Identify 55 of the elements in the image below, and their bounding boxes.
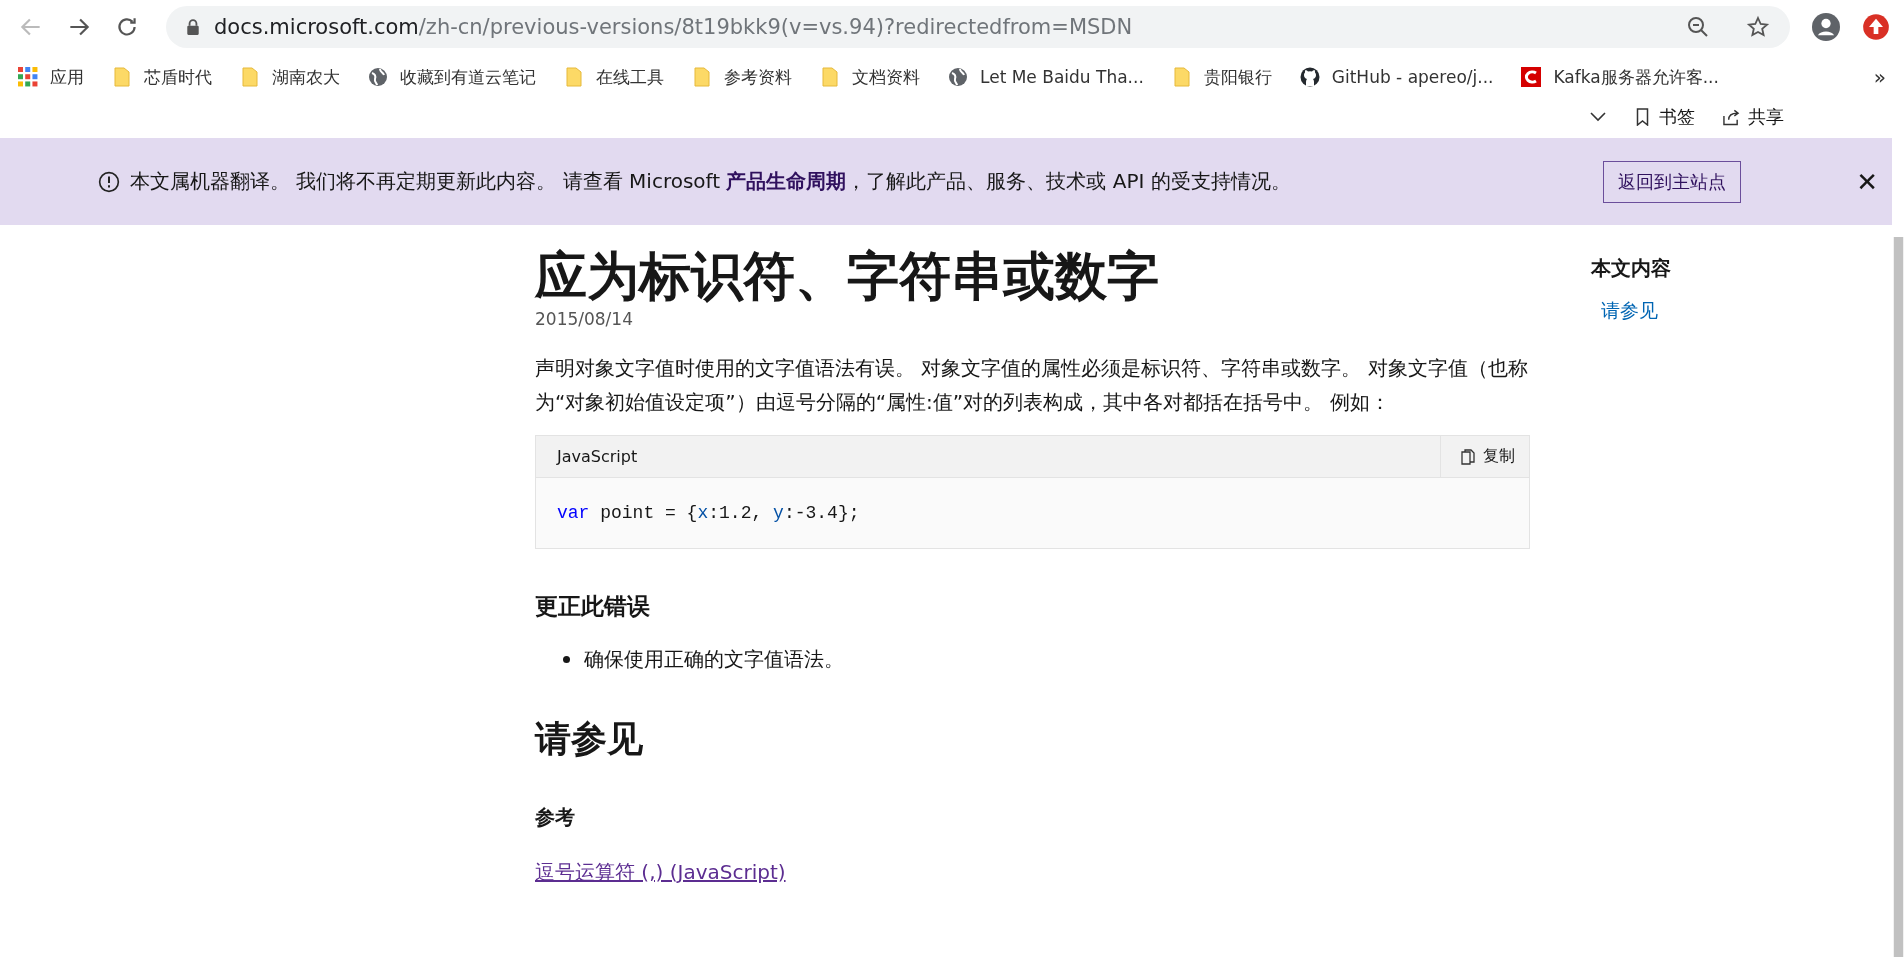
bullet-icon: [563, 656, 570, 663]
update-icon[interactable]: [1862, 13, 1890, 41]
paragraph: 声明对象文字值时使用的文字值语法有误。 对象文字值的属性必须是标识符、字符串或数字。 对象文字值（也称为“对象初始值设定项”）由逗号分隔的“属性:值”对的列表构成，其中各对都括在括号中。 例如：: [535, 355, 1529, 416]
bookmark-item[interactable]: 贵阳银行: [1171, 65, 1272, 89]
bookmark-item[interactable]: Let Me Baidu Tha...: [948, 67, 1144, 87]
bookmark-button[interactable]: 书签: [1634, 105, 1695, 129]
bookmark-item[interactable]: 参考资料: [692, 65, 792, 89]
code-language: JavaScript: [555, 447, 638, 466]
globe-icon: [368, 67, 388, 87]
url-text: docs.microsoft.com/zh-cn/previous-versions/8t19bkk9(v=vs.94)?redirectedfrom=MSDN: [214, 15, 1134, 39]
article-date: 2015/08/14: [535, 309, 634, 329]
share-button[interactable]: 共享: [1723, 105, 1784, 129]
folder-icon: [564, 67, 584, 87]
share-icon: [1723, 108, 1740, 126]
globe-icon: [948, 67, 968, 87]
section-heading: 更正此错误: [535, 592, 651, 621]
folder-icon: [820, 67, 840, 87]
info-icon: [98, 170, 120, 193]
bookmark-item[interactable]: 在线工具: [564, 65, 664, 89]
star-icon[interactable]: [1746, 15, 1770, 39]
octocat-icon: [1299, 67, 1320, 87]
section-heading: 请参见: [535, 717, 644, 761]
bookmark-item[interactable]: GitHub - apereo/j...: [1299, 67, 1494, 87]
folder-icon: [1171, 67, 1192, 87]
copy-icon: [1461, 448, 1475, 465]
code-line: var point = {x:1.2, y:-3.4};: [557, 503, 860, 523]
apps-grid-icon: [18, 67, 38, 87]
bookmark-item[interactable]: 湖南农大: [240, 65, 340, 89]
folder-icon: [240, 67, 260, 87]
chevron-down-icon[interactable]: [1590, 112, 1606, 122]
list-item-text: 确保使用正确的文字值语法。: [584, 646, 844, 673]
bookmark-icon: [1634, 108, 1651, 126]
c-logo-icon: [1521, 67, 1542, 87]
return-to-main-site-button[interactable]: 返回到主站点: [1603, 160, 1742, 203]
bookmark-item[interactable]: Kafka服务器允许客...: [1521, 65, 1719, 89]
toc-heading: 本文内容: [1591, 255, 1671, 282]
banner-message: 本文属机器翻译。 我们将不再定期更新此内容。 请查看 Microsoft 产品生命周期，了解此产品、服务、技术或 API 的受支持情况。: [130, 168, 1292, 195]
bookmark-item[interactable]: 应用: [18, 65, 84, 89]
toc-link[interactable]: 请参见: [1601, 298, 1671, 324]
profile-icon[interactable]: [1812, 13, 1840, 41]
subsection-heading: 参考: [535, 804, 576, 831]
bookmark-item[interactable]: 文档资料: [820, 65, 920, 89]
folder-icon: [112, 67, 132, 87]
bookmark-item[interactable]: 芯盾时代: [112, 65, 212, 89]
close-button[interactable]: ✕: [1856, 166, 1878, 197]
reference-link[interactable]: 逗号运算符 (,) (JavaScript): [535, 859, 786, 886]
address-bar[interactable]: docs.microsoft.com/zh-cn/previous-versions/8t19bkk9(v=vs.94)?redirectedfrom=MSDN: [166, 6, 1790, 48]
bookmark-item[interactable]: 收藏到有道云笔记: [368, 65, 536, 89]
lock-icon: [186, 19, 200, 35]
scrollbar[interactable]: [1893, 237, 1904, 957]
article-title: 应为标识符、字符串或数字: [535, 245, 1160, 307]
copy-button[interactable]: 复制: [1440, 436, 1529, 477]
more-bookmarks-button[interactable]: »: [1873, 65, 1886, 89]
folder-icon: [692, 67, 712, 87]
zoom-out-icon[interactable]: [1686, 15, 1710, 39]
